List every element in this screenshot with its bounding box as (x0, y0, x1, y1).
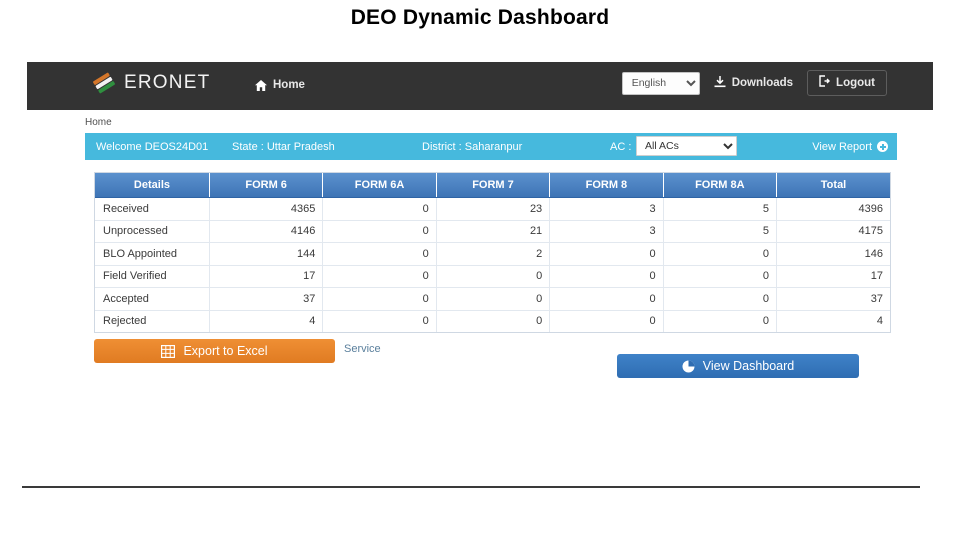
table-row: Accepted 37 0 0 0 0 37 (95, 287, 890, 311)
cell-total: 4 (776, 310, 890, 332)
forms-summary-table: Details FORM 6 FORM 6A FORM 7 FORM 8 FOR… (94, 172, 891, 333)
brand-logo[interactable]: ERONET (92, 72, 211, 94)
cell-total: 4175 (776, 220, 890, 243)
circle-plus-icon (877, 141, 888, 152)
column-header-form7: FORM 7 (436, 173, 551, 198)
table-row: Rejected 4 0 0 0 0 4 (95, 310, 890, 332)
logout-label: Logout (836, 76, 875, 89)
cell-form8: 3 (549, 220, 664, 243)
table-row: BLO Appointed 144 0 2 0 0 146 (95, 242, 890, 266)
table-header-row: Details FORM 6 FORM 6A FORM 7 FORM 8 FOR… (95, 173, 890, 198)
column-header-form6: FORM 6 (209, 173, 324, 198)
cell-form6: 17 (209, 265, 324, 288)
cell-form8a: 0 (663, 287, 778, 311)
cell-total: 17 (776, 265, 890, 288)
logout-button[interactable]: Logout (807, 70, 887, 96)
cell-form6a: 0 (322, 265, 437, 288)
home-icon (255, 79, 267, 91)
state-text: State : Uttar Pradesh (232, 140, 335, 153)
eronet-tricolor-logo-icon (89, 68, 119, 98)
table-grid-icon (161, 344, 176, 358)
cell-total: 4396 (776, 197, 890, 221)
screenshot-frame: ERONET Home English Downloads Logout Hom… (27, 62, 933, 392)
cell-form8a: 5 (663, 220, 778, 243)
row-label: BLO Appointed (95, 242, 210, 266)
navbar-right-group: English Downloads Logout (621, 70, 887, 96)
footer-divider (22, 486, 920, 488)
welcome-text: Welcome DEOS24D01 (96, 140, 209, 153)
cell-form8a: 0 (663, 242, 778, 266)
cell-form6a: 0 (322, 242, 437, 266)
cell-form7: 21 (436, 220, 551, 243)
cell-form7: 2 (436, 242, 551, 266)
nav-item-home[interactable]: Home (255, 79, 305, 91)
column-header-form8a: FORM 8A (663, 173, 778, 198)
cell-form8: 0 (549, 287, 664, 311)
row-label: Accepted (95, 287, 210, 311)
ac-label: AC : (610, 140, 632, 153)
cell-form7: 0 (436, 310, 551, 332)
view-report-label: View Report (812, 140, 872, 153)
cell-form6a: 0 (322, 220, 437, 243)
brand-label: ERONET (124, 72, 211, 93)
cell-form6: 144 (209, 242, 324, 266)
view-report-button[interactable]: View Report (812, 141, 888, 153)
cell-form8a: 0 (663, 310, 778, 332)
pie-chart-icon (682, 360, 695, 373)
table-row: Field Verified 17 0 0 0 0 17 (95, 265, 890, 288)
cell-form6a: 0 (322, 287, 437, 311)
cell-total: 146 (776, 242, 890, 266)
downloads-button[interactable]: Downloads (714, 75, 794, 91)
column-header-total: Total (776, 173, 890, 198)
ac-select[interactable]: All ACs (636, 136, 737, 156)
export-to-excel-label: Export to Excel (183, 344, 268, 358)
cell-form8: 0 (549, 265, 664, 288)
cell-form8: 0 (549, 310, 664, 332)
cell-form8: 0 (549, 242, 664, 266)
view-dashboard-label: View Dashboard (702, 359, 795, 373)
district-text: District : Saharanpur (422, 140, 523, 153)
cell-form7: 0 (436, 265, 551, 288)
service-link[interactable]: Service (344, 343, 381, 355)
cell-form6a: 0 (322, 197, 437, 221)
cell-form6a: 0 (322, 310, 437, 332)
cell-form8a: 0 (663, 265, 778, 288)
download-icon (714, 75, 726, 91)
logout-icon (818, 75, 831, 90)
page-title: DEO Dynamic Dashboard (350, 6, 610, 29)
downloads-label: Downloads (731, 77, 794, 89)
cell-total: 37 (776, 287, 890, 311)
top-navbar: ERONET Home English Downloads Logout (27, 62, 933, 110)
row-label: Unprocessed (95, 220, 210, 243)
column-header-details: Details (95, 173, 210, 198)
cell-form6: 4365 (209, 197, 324, 221)
breadcrumb[interactable]: Home (85, 117, 112, 128)
export-to-excel-button[interactable]: Export to Excel (94, 339, 335, 363)
table-row: Unprocessed 4146 0 21 3 5 4175 (95, 220, 890, 243)
row-label: Rejected (95, 310, 210, 332)
view-dashboard-button[interactable]: View Dashboard (617, 354, 859, 378)
user-context-bar: Welcome DEOS24D01 State : Uttar Pradesh … (85, 133, 897, 160)
table-row: Received 4365 0 23 3 5 4396 (95, 197, 890, 221)
cell-form7: 0 (436, 287, 551, 311)
row-label: Received (95, 197, 210, 221)
cell-form6: 4146 (209, 220, 324, 243)
cell-form6: 37 (209, 287, 324, 311)
cell-form8a: 5 (663, 197, 778, 221)
cell-form6: 4 (209, 310, 324, 332)
row-label: Field Verified (95, 265, 210, 288)
cell-form8: 3 (549, 197, 664, 221)
language-select[interactable]: English (621, 71, 700, 95)
nav-home-label: Home (273, 79, 305, 91)
column-header-form6a: FORM 6A (322, 173, 437, 198)
cell-form7: 23 (436, 197, 551, 221)
column-header-form8: FORM 8 (549, 173, 664, 198)
